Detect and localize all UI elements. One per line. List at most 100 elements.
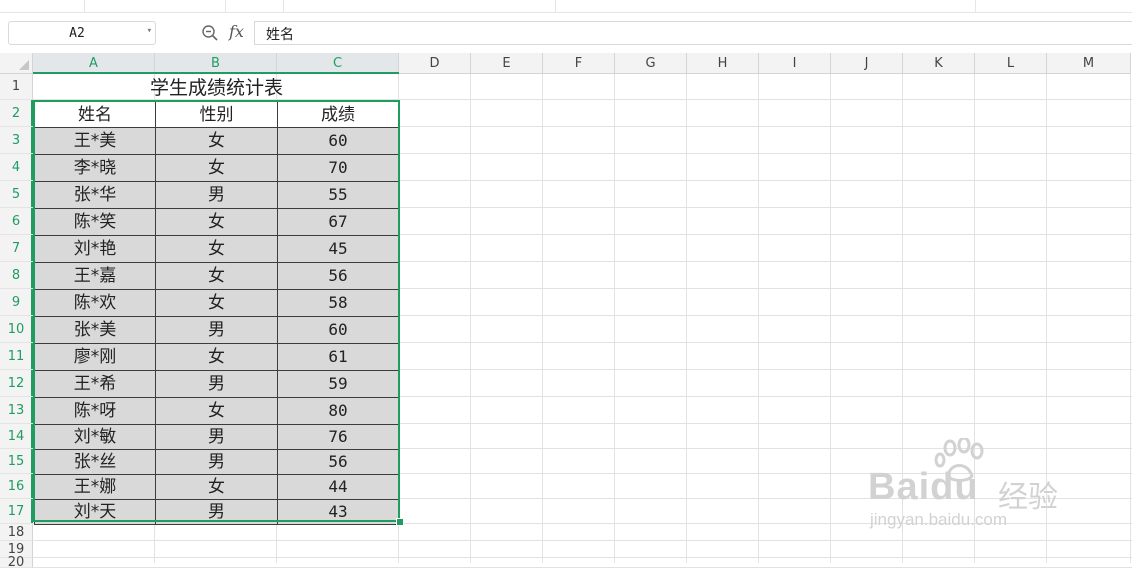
spreadsheet-grid[interactable]: A B C D E F G H I J K L M 1 2 3 4 5 6 7 8 9 10 11 12 13 14 15 16 17 18…: [0, 53, 1132, 569]
row-header[interactable]: 10: [0, 316, 33, 343]
column-header[interactable]: D: [399, 53, 471, 74]
table-cell[interactable]: 廖*刚: [34, 344, 156, 371]
table-cell[interactable]: 45: [278, 236, 399, 263]
table-cell[interactable]: 陈*呀: [34, 398, 156, 425]
table-cell[interactable]: 43: [278, 500, 399, 525]
table-cell[interactable]: 刘*艳: [34, 236, 156, 263]
table-cell[interactable]: 女: [156, 155, 278, 182]
table-cell[interactable]: 男: [156, 371, 278, 398]
table-cell[interactable]: 60: [278, 317, 399, 344]
header-cell[interactable]: 姓名: [34, 101, 156, 128]
row-header[interactable]: 13: [0, 397, 33, 424]
select-all-corner[interactable]: [0, 53, 33, 74]
gridline: [1046, 74, 1047, 563]
row-header[interactable]: 14: [0, 424, 33, 449]
formula-input[interactable]: 姓名: [254, 21, 1132, 45]
header-cell[interactable]: 成绩: [278, 101, 399, 128]
table-cell[interactable]: 55: [278, 182, 399, 209]
table-cell[interactable]: 59: [278, 371, 399, 398]
row-header[interactable]: 8: [0, 262, 33, 289]
table-cell[interactable]: 陈*笑: [34, 209, 156, 236]
table-cell[interactable]: 男: [156, 317, 278, 344]
table-cell[interactable]: 女: [156, 209, 278, 236]
table-cell[interactable]: 王*娜: [34, 475, 156, 500]
formula-bar: A2 ▾ fx 姓名: [0, 13, 1132, 52]
column-header[interactable]: H: [687, 53, 759, 74]
table-cell[interactable]: 刘*敏: [34, 425, 156, 450]
row-header[interactable]: 5: [0, 181, 33, 208]
sheet-title-cell[interactable]: 学生成绩统计表: [34, 75, 399, 101]
row-header[interactable]: 17: [0, 499, 33, 524]
table-cell[interactable]: 80: [278, 398, 399, 425]
column-header[interactable]: M: [1047, 53, 1131, 74]
table-cell[interactable]: 王*希: [34, 371, 156, 398]
table-cell[interactable]: 女: [156, 475, 278, 500]
table-cell[interactable]: 56: [278, 263, 399, 290]
row-header[interactable]: 3: [0, 127, 33, 154]
row-header[interactable]: 1: [0, 74, 33, 100]
table-cell[interactable]: 王*嘉: [34, 263, 156, 290]
row-header[interactable]: 7: [0, 235, 33, 262]
table-cell[interactable]: 李*晓: [34, 155, 156, 182]
name-box[interactable]: A2 ▾: [8, 21, 156, 45]
column-header[interactable]: E: [471, 53, 543, 74]
table-cell[interactable]: 44: [278, 475, 399, 500]
table-cell[interactable]: 刘*天: [34, 500, 156, 525]
table-cell[interactable]: 陈*欢: [34, 290, 156, 317]
table-cell[interactable]: 60: [278, 128, 399, 155]
gridline: [33, 567, 1132, 568]
table-cell[interactable]: 王*美: [34, 128, 156, 155]
table-cell[interactable]: 女: [156, 398, 278, 425]
table-cell[interactable]: 男: [156, 425, 278, 450]
row-header[interactable]: 16: [0, 474, 33, 499]
row-header[interactable]: 12: [0, 370, 33, 397]
table-cell[interactable]: 67: [278, 209, 399, 236]
toolbar-divider: [84, 0, 85, 12]
column-header[interactable]: F: [543, 53, 615, 74]
row-header[interactable]: 4: [0, 154, 33, 181]
column-header[interactable]: A: [33, 53, 155, 74]
column-header[interactable]: B: [155, 53, 277, 74]
column-header[interactable]: G: [615, 53, 687, 74]
fill-handle[interactable]: [396, 518, 404, 526]
column-header[interactable]: C: [277, 53, 399, 74]
row-header[interactable]: 20: [0, 556, 33, 569]
table-cell[interactable]: 女: [156, 263, 278, 290]
table-cell[interactable]: 张*丝: [34, 450, 156, 475]
row-header[interactable]: 2: [0, 100, 33, 127]
gridline: [1130, 74, 1131, 563]
table-cell[interactable]: 男: [156, 450, 278, 475]
table-cell[interactable]: 张*华: [34, 182, 156, 209]
table-cell[interactable]: 56: [278, 450, 399, 475]
header-cell[interactable]: 性别: [156, 101, 278, 128]
table-cell[interactable]: 70: [278, 155, 399, 182]
table-cell[interactable]: 男: [156, 500, 278, 525]
row-header[interactable]: 9: [0, 289, 33, 316]
table-cell[interactable]: 女: [156, 344, 278, 371]
table-cell[interactable]: 张*美: [34, 317, 156, 344]
column-header[interactable]: I: [759, 53, 831, 74]
function-icon[interactable]: fx: [229, 22, 244, 41]
toolbar-strip: [0, 0, 1132, 13]
toolbar-divider: [555, 0, 556, 12]
table-cell[interactable]: 女: [156, 236, 278, 263]
gridline: [542, 74, 543, 563]
row-header[interactable]: 11: [0, 343, 33, 370]
table-cell[interactable]: 男: [156, 182, 278, 209]
table-cell[interactable]: 女: [156, 128, 278, 155]
column-header[interactable]: K: [903, 53, 975, 74]
column-header[interactable]: L: [975, 53, 1047, 74]
column-header[interactable]: J: [831, 53, 903, 74]
chevron-down-icon[interactable]: ▾: [147, 26, 152, 36]
toolbar-divider: [283, 0, 284, 12]
zoom-icon[interactable]: [201, 24, 219, 42]
row-header[interactable]: 18: [0, 524, 33, 541]
row-header[interactable]: 6: [0, 208, 33, 235]
table-cell[interactable]: 61: [278, 344, 399, 371]
row-header[interactable]: 15: [0, 449, 33, 474]
table-cell[interactable]: 女: [156, 290, 278, 317]
gridline: [902, 74, 903, 563]
table-cell[interactable]: 58: [278, 290, 399, 317]
table-cell[interactable]: 76: [278, 425, 399, 450]
gridline: [33, 557, 1132, 558]
